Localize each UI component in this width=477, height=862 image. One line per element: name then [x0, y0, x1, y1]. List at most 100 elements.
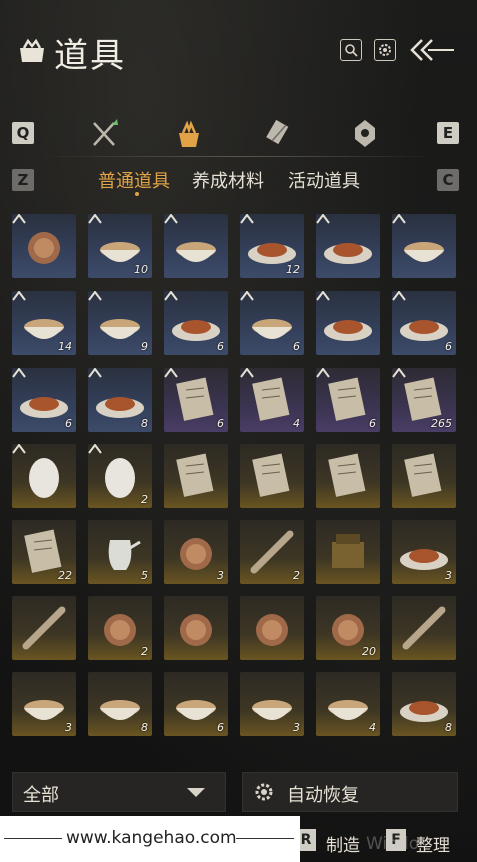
- inventory-slot[interactable]: 265: [392, 368, 456, 432]
- watermark-url: www.kangehao.com: [66, 828, 237, 848]
- inventory-slot[interactable]: [316, 291, 380, 355]
- new-item-badge-icon: [316, 291, 330, 301]
- item-count: 20: [362, 645, 376, 658]
- item-count: 8: [445, 721, 452, 734]
- auto-restore-button[interactable]: 自动恢复: [242, 772, 458, 812]
- new-item-badge-icon: [88, 291, 102, 301]
- craft-button[interactable]: 制造: [326, 831, 360, 856]
- item-count: 4: [369, 721, 376, 734]
- inventory-slot[interactable]: 10: [88, 214, 152, 278]
- new-item-badge-icon: [392, 214, 406, 224]
- new-item-badge-icon: [12, 291, 26, 301]
- letter-icon: [328, 453, 366, 497]
- new-item-badge-icon: [240, 368, 254, 378]
- gear-icon: [255, 783, 273, 801]
- settings-button[interactable]: [374, 39, 396, 61]
- inventory-slot[interactable]: 2: [88, 444, 152, 508]
- back-arrow-icon[interactable]: [408, 36, 456, 64]
- search-button[interactable]: [340, 39, 362, 61]
- inventory-slot[interactable]: [316, 214, 380, 278]
- inventory-slot[interactable]: 12: [240, 214, 304, 278]
- inventory-slot[interactable]: 4: [316, 672, 380, 736]
- inventory-slot[interactable]: 9: [88, 291, 152, 355]
- inventory-slot[interactable]: [392, 214, 456, 278]
- inventory-slot[interactable]: [392, 596, 456, 660]
- watermark-line-right: [236, 838, 294, 839]
- sort-button[interactable]: 整理: [416, 831, 450, 856]
- inventory-slot[interactable]: 8: [88, 368, 152, 432]
- new-item-badge-icon: [88, 214, 102, 224]
- inventory-slot[interactable]: 5: [88, 520, 152, 584]
- inventory-slot[interactable]: [392, 444, 456, 508]
- inventory-slot[interactable]: [240, 596, 304, 660]
- inventory-slot[interactable]: [12, 596, 76, 660]
- inventory-slot[interactable]: 2: [240, 520, 304, 584]
- bag-icon: [20, 38, 44, 62]
- next-category-key[interactable]: E: [437, 122, 459, 144]
- inventory-slot[interactable]: [12, 444, 76, 508]
- prev-category-key[interactable]: Q: [12, 122, 34, 144]
- inventory-slot[interactable]: 2: [88, 596, 152, 660]
- inventory-slot[interactable]: 8: [88, 672, 152, 736]
- new-item-badge-icon: [240, 291, 254, 301]
- letter-icon: [252, 453, 290, 497]
- inventory-slot[interactable]: [164, 214, 228, 278]
- weapon-category-icon[interactable]: [90, 117, 120, 149]
- item-count: 5: [141, 569, 148, 582]
- tab-event-items[interactable]: 活动道具: [288, 167, 360, 193]
- inventory-slot[interactable]: 4: [240, 368, 304, 432]
- filter-dropdown[interactable]: 全部: [12, 772, 226, 812]
- scroll-category-icon[interactable]: [264, 117, 294, 149]
- book-icon: [404, 453, 442, 497]
- new-item-badge-icon: [164, 214, 178, 224]
- inventory-slot[interactable]: 3: [12, 672, 76, 736]
- inventory-slot[interactable]: 6: [240, 291, 304, 355]
- inventory-slot[interactable]: 14: [12, 291, 76, 355]
- prev-subtab-key[interactable]: Z: [12, 169, 34, 191]
- item-count: 6: [445, 340, 452, 353]
- item-bag-category-icon[interactable]: [174, 117, 204, 149]
- inventory-slot[interactable]: [240, 444, 304, 508]
- item-count: 6: [369, 417, 376, 430]
- next-subtab-key[interactable]: C: [437, 169, 459, 191]
- inventory-slot[interactable]: [164, 444, 228, 508]
- header: 道具: [0, 0, 477, 100]
- filter-value: 全部: [23, 785, 59, 806]
- new-item-badge-icon: [316, 214, 330, 224]
- item-count: 22: [58, 569, 72, 582]
- inventory-slot[interactable]: 3: [240, 672, 304, 736]
- chevron-down-icon: [187, 788, 205, 797]
- category-divider: [40, 156, 436, 157]
- inventory-slot[interactable]: 6: [164, 368, 228, 432]
- inventory-slot[interactable]: 3: [164, 520, 228, 584]
- item-count: 2: [141, 645, 148, 658]
- tab-growth-materials[interactable]: 养成材料: [192, 167, 264, 193]
- inventory-slot[interactable]: 6: [316, 368, 380, 432]
- inventory-slot[interactable]: 6: [12, 368, 76, 432]
- item-count: 6: [65, 417, 72, 430]
- inventory-slot[interactable]: 3: [392, 520, 456, 584]
- token-category-icon[interactable]: [350, 117, 380, 149]
- new-item-badge-icon: [12, 214, 26, 224]
- item-count: 2: [293, 569, 300, 582]
- new-item-badge-icon: [12, 444, 26, 454]
- inventory-slot[interactable]: [316, 444, 380, 508]
- inventory-slot[interactable]: [164, 596, 228, 660]
- new-item-badge-icon: [316, 368, 330, 378]
- tab-normal-items[interactable]: 普通道具: [98, 167, 170, 193]
- inventory-slot[interactable]: [12, 214, 76, 278]
- inventory-slot[interactable]: 6: [164, 291, 228, 355]
- inventory-slot[interactable]: 22: [12, 520, 76, 584]
- item-count: 3: [293, 721, 300, 734]
- inventory-slot[interactable]: 6: [164, 672, 228, 736]
- inventory-slot[interactable]: 20: [316, 596, 380, 660]
- inventory-slot[interactable]: [316, 520, 380, 584]
- new-item-badge-icon: [12, 368, 26, 378]
- search-icon: [345, 44, 358, 57]
- item-count: 6: [217, 340, 224, 353]
- inventory-slot[interactable]: 6: [392, 291, 456, 355]
- activation-watermark: Windo: [366, 834, 420, 854]
- gear-icon: [379, 44, 391, 56]
- inventory-slot[interactable]: 8: [392, 672, 456, 736]
- new-item-badge-icon: [88, 444, 102, 454]
